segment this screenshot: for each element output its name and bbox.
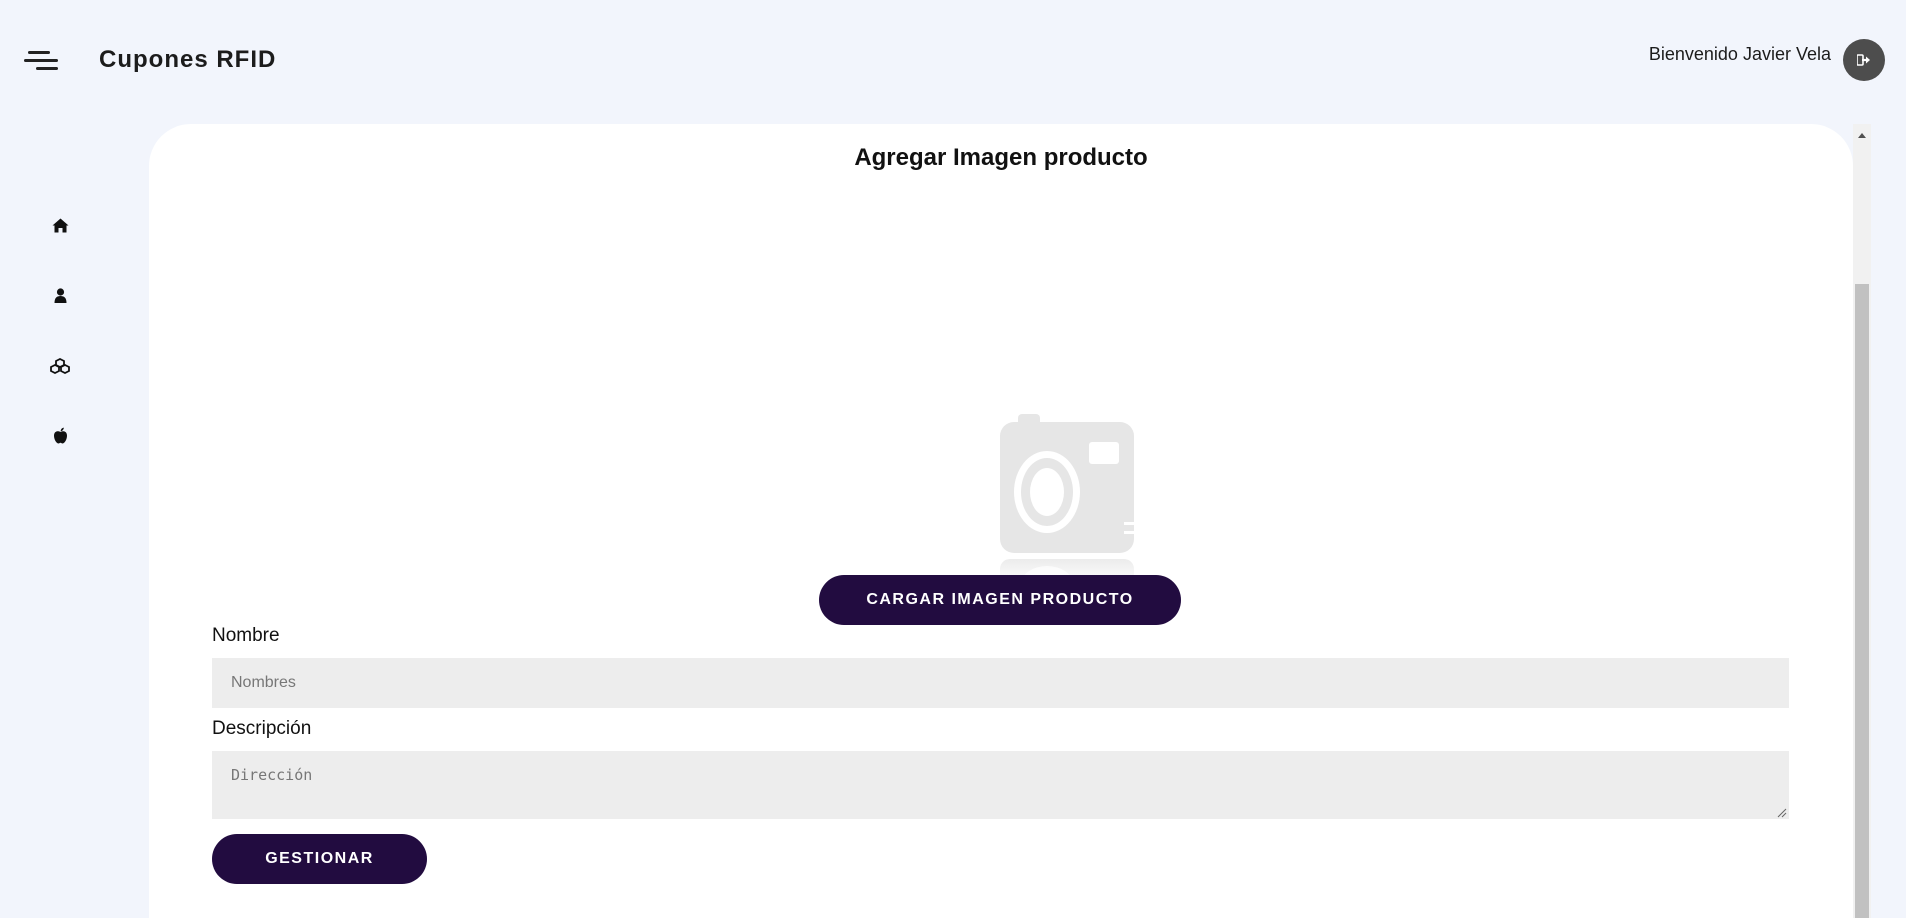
home-icon (52, 218, 68, 232)
menu-icon[interactable] (24, 48, 60, 74)
description-textarea[interactable] (212, 751, 1789, 819)
image-preview (919, 284, 1139, 614)
scrollbar[interactable] (1853, 124, 1871, 918)
sidebar-item-apple[interactable] (44, 419, 76, 451)
description-label: Descripción (212, 718, 312, 739)
cubes-icon (50, 357, 70, 374)
app-title: Cupones RFID (99, 46, 277, 73)
user-icon (54, 287, 66, 303)
apple-icon (53, 427, 67, 443)
form-card: Agregar Imagen producto CARGAR IMAGEN PR… (149, 124, 1853, 918)
page-title: Agregar Imagen producto (854, 144, 1148, 171)
scrollbar-thumb[interactable] (1855, 284, 1869, 918)
sidebar-item-products[interactable] (44, 349, 76, 381)
name-label: Nombre (212, 625, 280, 646)
resize-grip-icon[interactable] (1777, 808, 1787, 818)
submit-button[interactable]: GESTIONAR (212, 834, 427, 884)
logout-button[interactable] (1843, 39, 1885, 81)
scroll-up-arrow-icon[interactable] (1858, 133, 1866, 138)
sidebar-item-user[interactable] (44, 279, 76, 311)
upload-image-button[interactable]: CARGAR IMAGEN PRODUCTO (819, 575, 1181, 625)
camera-icon (1000, 414, 1134, 604)
sidebar-item-home[interactable] (44, 209, 76, 241)
name-input[interactable] (212, 658, 1789, 708)
logout-icon (1857, 54, 1870, 66)
top-bar: Cupones RFID Bienvenido Javier Vela (0, 0, 1906, 120)
welcome-text: Bienvenido Javier Vela (1648, 44, 1831, 64)
